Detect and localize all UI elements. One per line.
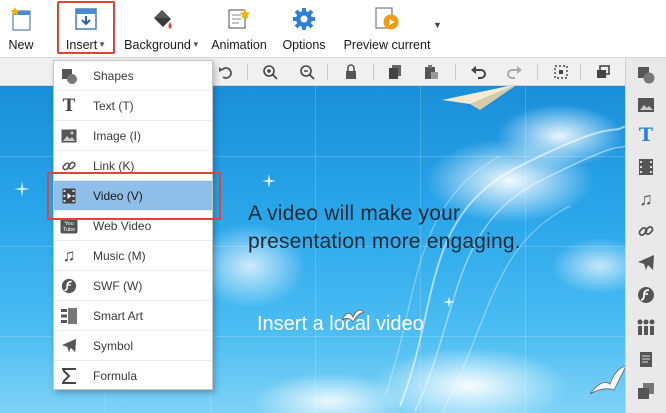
insert-dropdown-menu: Shapes T Text (T) Image (I) Link (K) Vid… — [53, 60, 213, 390]
image-icon — [54, 121, 84, 151]
preview-current-button[interactable]: Preview current — [340, 2, 434, 54]
music-icon: ♫ — [62, 245, 76, 265]
flash-icon — [54, 271, 84, 301]
insert-highlight-box — [57, 1, 115, 54]
zoom-out-icon[interactable] — [298, 63, 316, 81]
people-icon[interactable] — [635, 316, 657, 338]
lock-icon[interactable] — [342, 63, 360, 81]
text-icon: T — [62, 95, 76, 116]
preview-current-label: Preview current — [343, 38, 431, 52]
more-dropdown-icon[interactable]: ▼ — [433, 20, 442, 30]
select-area-icon[interactable] — [552, 63, 570, 81]
airplane-icon[interactable] — [635, 252, 657, 274]
menu-item-formula[interactable]: Formula — [54, 361, 212, 391]
seagull-image — [589, 365, 625, 395]
paste-icon[interactable] — [422, 63, 440, 81]
gear-icon — [289, 4, 319, 34]
preview-play-icon — [372, 4, 402, 34]
sparkle-icon — [443, 296, 455, 308]
menu-item-label: Text (T) — [93, 98, 134, 113]
menu-item-swf[interactable]: SWF (W) — [54, 271, 212, 301]
animation-label: Animation — [211, 38, 267, 52]
shapes-icon — [54, 61, 84, 91]
new-label: New — [8, 38, 34, 52]
image-icon[interactable] — [635, 94, 657, 116]
paper-plane-image — [442, 86, 516, 110]
menu-item-music[interactable]: ♫ Music (M) — [54, 241, 212, 271]
shapes-icon[interactable] — [635, 64, 657, 86]
options-button[interactable]: Options — [278, 2, 330, 54]
rotate-left-icon[interactable] — [217, 63, 235, 81]
music-icon[interactable]: ♫ — [635, 188, 657, 210]
notes-icon[interactable] — [635, 348, 657, 370]
paint-bucket-icon — [147, 4, 177, 34]
airplane-icon — [54, 331, 84, 361]
options-label: Options — [282, 38, 326, 52]
menu-item-image[interactable]: Image (I) — [54, 121, 212, 151]
animation-icon — [224, 4, 254, 34]
menu-item-label: Symbol — [93, 338, 134, 353]
background-label: Background — [124, 38, 191, 52]
chevron-down-icon: ▼ — [191, 40, 200, 49]
slide-headline-line2: presentation more engaging. — [248, 230, 521, 253]
slide-headline[interactable]: A video will make your presentation more… — [248, 200, 608, 256]
sparkle-icon — [14, 181, 30, 197]
menu-item-text[interactable]: T Text (T) — [54, 91, 212, 121]
zoom-in-icon[interactable] — [261, 63, 279, 81]
undo-icon[interactable] — [469, 63, 487, 81]
slide-headline-line1: A video will make your — [248, 202, 461, 225]
menu-item-label: Image (I) — [93, 128, 142, 143]
smart-art-icon — [54, 301, 84, 331]
layers-icon[interactable] — [635, 380, 657, 402]
menu-item-label: Shapes — [93, 68, 134, 83]
new-document-icon — [6, 4, 36, 34]
link-icon[interactable] — [635, 220, 657, 242]
menu-item-symbol[interactable]: Symbol — [54, 331, 212, 361]
sigma-icon — [54, 361, 84, 391]
svg-text:Tube: Tube — [63, 227, 75, 233]
ribbon-toolbar: New Insert▼ Background▼ Animation Option… — [0, 0, 666, 58]
sparkle-icon — [262, 174, 276, 188]
flash-icon[interactable] — [635, 284, 657, 306]
menu-item-label: Smart Art — [93, 308, 144, 323]
menu-item-shapes[interactable]: Shapes — [54, 61, 212, 91]
copy-icon[interactable] — [386, 63, 404, 81]
new-button[interactable]: New — [4, 2, 38, 54]
menu-item-label: Link (K) — [93, 158, 135, 173]
animation-button[interactable]: Animation — [208, 2, 270, 54]
video-highlight-box — [47, 172, 221, 220]
menu-item-label: SWF (W) — [93, 278, 143, 293]
redo-icon[interactable] — [506, 63, 524, 81]
video-icon[interactable] — [635, 156, 657, 178]
menu-item-smart-art[interactable]: Smart Art — [54, 301, 212, 331]
menu-item-label: Music (M) — [93, 248, 146, 263]
menu-item-label: Formula — [93, 369, 138, 383]
right-tool-panel: T ♫ — [625, 58, 666, 413]
seagull-image — [341, 309, 365, 323]
window-restore-icon[interactable] — [594, 63, 612, 81]
background-button[interactable]: Background▼ — [122, 2, 202, 54]
menu-item-label: Web Video — [93, 218, 152, 233]
text-icon[interactable]: T — [635, 124, 657, 146]
